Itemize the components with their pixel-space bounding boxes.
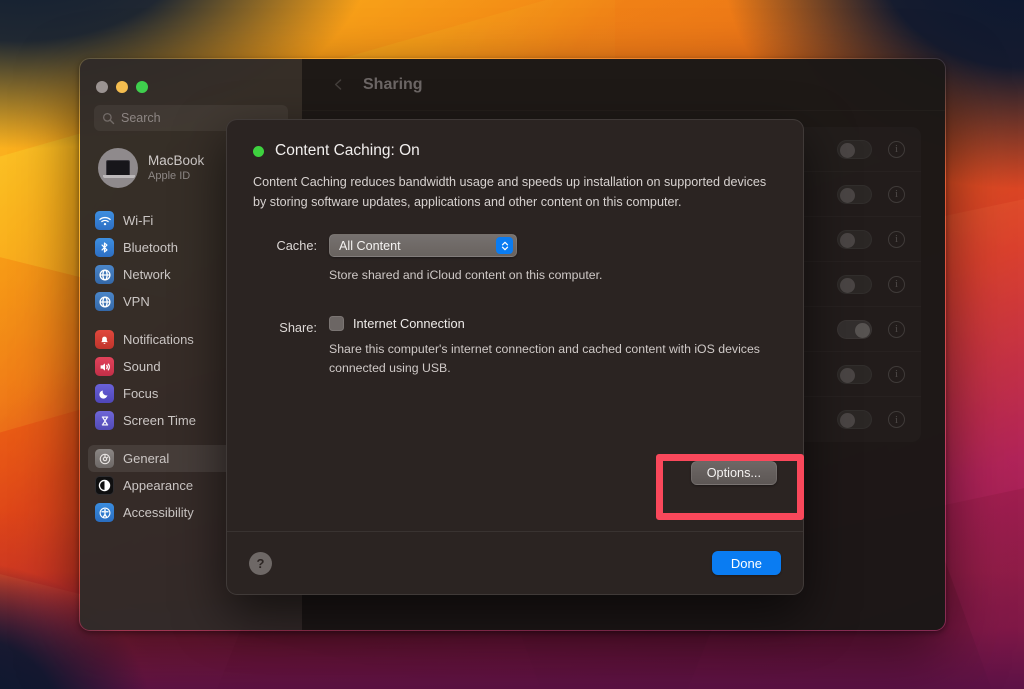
content-caching-dialog: Content Caching: On Content Caching redu…: [226, 119, 804, 595]
sidebar-item-label: Focus: [123, 386, 158, 401]
info-icon[interactable]: i: [888, 186, 905, 203]
cache-selected-value: All Content: [339, 239, 401, 253]
desktop-wallpaper: Search MacBook Apple ID Wi-Fi Bluetooth Ne…: [0, 0, 1024, 689]
share-row: Share: Internet Connection Share this co…: [253, 316, 777, 377]
account-subtitle: Apple ID: [148, 170, 204, 184]
macbook-icon: [106, 160, 130, 176]
info-icon[interactable]: i: [888, 276, 905, 293]
sidebar-item-label: Screen Time: [123, 413, 196, 428]
info-icon[interactable]: i: [888, 366, 905, 383]
updown-chevron-icon: [496, 237, 513, 254]
sound-speaker-icon: [95, 357, 114, 376]
options-button[interactable]: Options...: [691, 461, 777, 485]
cache-label: Cache:: [253, 234, 317, 284]
search-placeholder: Search: [121, 111, 161, 125]
info-icon[interactable]: i: [888, 231, 905, 248]
done-button[interactable]: Done: [712, 551, 781, 575]
dialog-description: Content Caching reduces bandwidth usage …: [253, 173, 777, 212]
sidebar-item-label: Notifications: [123, 332, 194, 347]
focus-moon-icon: [95, 384, 114, 403]
cache-row: Cache: All Content Store shared and iClo…: [253, 234, 777, 284]
share-hint: Share this computer's internet connectio…: [329, 340, 777, 377]
bluetooth-icon: [95, 238, 114, 257]
service-toggle[interactable]: [837, 410, 872, 429]
accessibility-icon: [95, 503, 114, 522]
sidebar-item-label: Accessibility: [123, 505, 194, 520]
dialog-title: Content Caching: On: [275, 142, 420, 160]
internet-connection-checkbox-row[interactable]: Internet Connection: [329, 316, 777, 331]
page-title: Sharing: [363, 76, 423, 94]
main-header: Sharing: [302, 59, 945, 111]
service-toggle[interactable]: [837, 185, 872, 204]
info-icon[interactable]: i: [888, 321, 905, 338]
status-indicator-dot: [253, 146, 264, 157]
options-area: Options...: [253, 453, 777, 493]
vpn-globe-icon: [95, 292, 114, 311]
wifi-icon: [95, 211, 114, 230]
help-button[interactable]: ?: [249, 552, 272, 575]
service-toggle[interactable]: [837, 230, 872, 249]
minimize-button[interactable]: [116, 81, 128, 93]
sidebar-item-label: Wi-Fi: [123, 213, 153, 228]
close-button[interactable]: [96, 81, 108, 93]
service-toggle[interactable]: [837, 275, 872, 294]
dialog-content: Content Caching: On Content Caching redu…: [227, 120, 803, 531]
service-toggle[interactable]: [837, 365, 872, 384]
sidebar-item-label: VPN: [123, 294, 150, 309]
screen-time-hourglass-icon: [95, 411, 114, 430]
avatar: [98, 148, 138, 188]
info-icon[interactable]: i: [888, 141, 905, 158]
window-controls: [80, 67, 302, 103]
network-globe-icon: [95, 265, 114, 284]
internet-connection-checkbox[interactable]: [329, 316, 344, 331]
internet-connection-label: Internet Connection: [353, 316, 465, 331]
notifications-bell-icon: [95, 330, 114, 349]
share-label: Share:: [253, 316, 317, 377]
sidebar-item-label: Sound: [123, 359, 161, 374]
sidebar-item-label: Network: [123, 267, 171, 282]
sidebar-item-label: Appearance: [123, 478, 193, 493]
cache-hint: Store shared and iCloud content on this …: [329, 266, 777, 284]
search-icon: [102, 112, 115, 125]
general-gear-icon: [95, 449, 114, 468]
zoom-button[interactable]: [136, 81, 148, 93]
appearance-contrast-icon: [95, 476, 114, 495]
info-icon[interactable]: i: [888, 411, 905, 428]
dialog-footer: ? Done: [227, 532, 803, 594]
cache-select[interactable]: All Content: [329, 234, 517, 257]
sidebar-item-label: Bluetooth: [123, 240, 178, 255]
back-chevron-icon[interactable]: [332, 78, 345, 91]
service-toggle[interactable]: [837, 140, 872, 159]
dialog-title-row: Content Caching: On: [253, 142, 777, 160]
account-name: MacBook: [148, 153, 204, 170]
sidebar-item-label: General: [123, 451, 169, 466]
service-toggle[interactable]: [837, 320, 872, 339]
